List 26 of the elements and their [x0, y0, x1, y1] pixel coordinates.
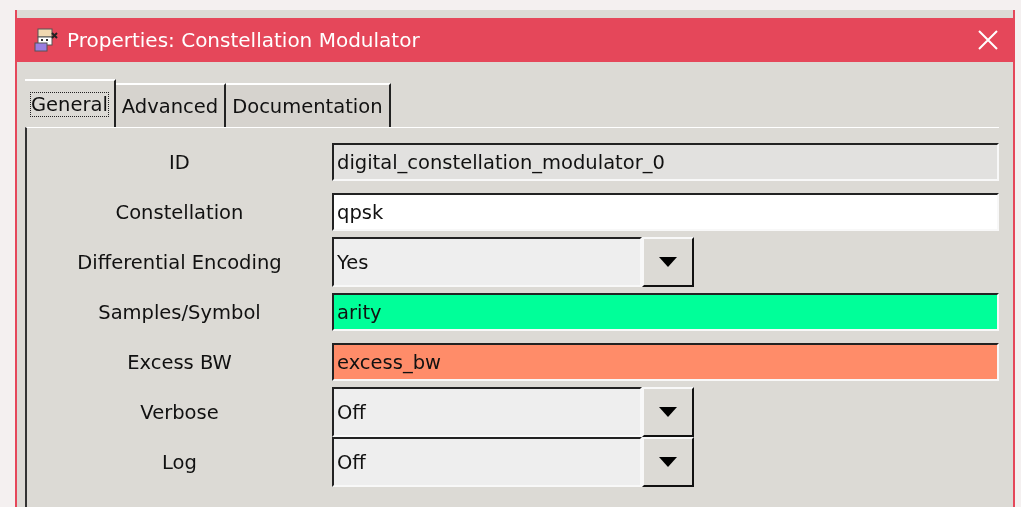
- dropdown-button[interactable]: [642, 437, 694, 487]
- input-field[interactable]: excess_bw: [332, 343, 999, 381]
- field-label: Constellation: [114, 200, 245, 224]
- input-field[interactable]: arity: [332, 293, 999, 331]
- field-label: Excess BW: [126, 350, 233, 374]
- caret-down-icon: [659, 407, 677, 417]
- window-title: Properties: Constellation Modulator: [67, 28, 421, 52]
- tab[interactable]: Advanced: [115, 83, 227, 127]
- dropdown-button[interactable]: [642, 237, 694, 287]
- input-field[interactable]: qpsk: [332, 193, 999, 231]
- dropdown-field[interactable]: Off: [332, 437, 642, 487]
- tab[interactable]: Documentation: [226, 83, 391, 127]
- field-label: Log: [161, 450, 198, 474]
- dropdown-button[interactable]: [642, 387, 694, 437]
- tab[interactable]: General: [25, 79, 116, 127]
- close-icon[interactable]: [977, 29, 999, 51]
- robot-icon: [33, 27, 59, 53]
- field-label: ID: [168, 150, 191, 174]
- field-label: Verbose: [139, 400, 220, 424]
- dropdown-field[interactable]: Off: [332, 387, 642, 437]
- field-label: Differential Encoding: [76, 250, 283, 274]
- field-label: Samples/Symbol: [97, 300, 262, 324]
- id-field[interactable]: digital_constellation_modulator_0: [332, 143, 999, 181]
- dropdown-field[interactable]: Yes: [332, 237, 642, 287]
- caret-down-icon: [659, 257, 677, 267]
- caret-down-icon: [659, 457, 677, 467]
